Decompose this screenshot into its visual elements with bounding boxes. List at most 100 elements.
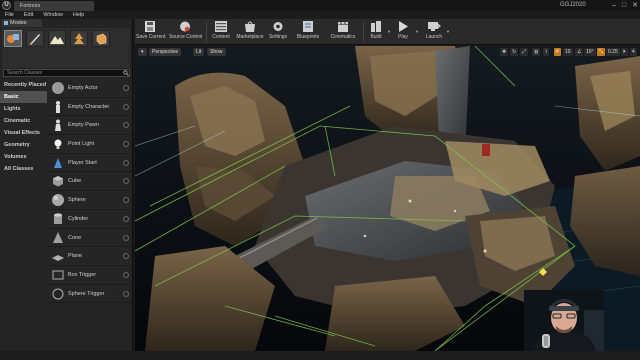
build-dropdown-icon[interactable]: ▼ <box>387 29 391 34</box>
project-name: GGJ2020 <box>560 2 586 8</box>
modes-panel: Modes Search Classes Recently Placed Bas… <box>0 19 133 351</box>
play-button[interactable]: Play <box>393 20 413 44</box>
list-item[interactable]: Sphere <box>48 191 132 210</box>
list-item[interactable]: Empty Pawn <box>48 116 132 136</box>
rotation-snap-icon[interactable]: ∠ <box>575 48 584 56</box>
drag-handle-icon[interactable] <box>123 253 129 260</box>
lit-mode-button[interactable]: Lit <box>193 48 205 56</box>
category-volumes[interactable]: Volumes <box>0 151 47 163</box>
category-lights[interactable]: Lights <box>0 103 47 115</box>
list-item[interactable]: Plane <box>48 247 132 266</box>
settings-button[interactable]: Settings <box>267 20 289 44</box>
toolbar-separator <box>206 22 207 42</box>
build-button[interactable]: Build <box>366 20 386 44</box>
list-item[interactable]: Empty Character <box>48 98 132 117</box>
cinematics-button[interactable]: Cinematics <box>328 20 358 44</box>
marketplace-icon <box>245 21 255 32</box>
placeable-list: Empty Actor Empty Character Empty Pawn P… <box>48 79 132 304</box>
grid-snap-icon[interactable]: # <box>554 48 561 56</box>
rotate-tool-icon[interactable]: ↻ <box>510 48 519 56</box>
drag-handle-icon[interactable] <box>123 85 129 91</box>
drag-handle-icon[interactable] <box>123 159 129 166</box>
rotation-snap-value[interactable]: 10° <box>584 48 596 56</box>
list-item-label: Sphere Trigger <box>68 290 105 297</box>
category-geometry[interactable]: Geometry <box>0 139 47 151</box>
content-button[interactable]: Content <box>210 20 232 44</box>
title-bar: U Fortress GGJ2020 – □ ✕ <box>0 0 640 11</box>
plane-icon <box>52 255 64 262</box>
foliage-mode-icon[interactable] <box>70 30 88 47</box>
scale-tool-icon[interactable]: ⤢ <box>520 48 529 56</box>
drag-handle-icon[interactable] <box>123 271 129 278</box>
category-cinematic[interactable]: Cinematic <box>0 115 47 127</box>
menu-file[interactable]: File <box>0 11 19 19</box>
camera-speed-value[interactable]: 4 <box>630 48 637 56</box>
build-icon <box>371 21 381 32</box>
category-visual-effects[interactable]: Visual Effects <box>0 127 47 139</box>
drag-handle-icon[interactable] <box>123 141 129 148</box>
geometry-mode-icon[interactable] <box>92 30 110 47</box>
viewport-toolbar: ▾ Perspective Lit Show ✥ ↻ ⤢ ◍ ⌇ # 10 ∠ … <box>135 46 640 58</box>
translate-tool-icon[interactable]: ✥ <box>500 48 509 56</box>
drag-handle-icon[interactable] <box>123 103 129 110</box>
list-item[interactable]: Cube <box>48 172 132 192</box>
play-dropdown-icon[interactable]: ▼ <box>415 29 419 34</box>
drag-handle-icon[interactable] <box>123 197 129 204</box>
category-recently-placed[interactable]: Recently Placed <box>0 79 47 91</box>
list-item[interactable]: Sphere Trigger <box>48 285 132 304</box>
blueprints-button[interactable]: Blueprints <box>295 20 321 44</box>
drag-handle-icon[interactable] <box>123 122 129 129</box>
drag-handle-icon[interactable] <box>123 178 129 185</box>
launch-button[interactable]: Launch <box>423 20 445 44</box>
surface-snap-icon[interactable]: ⌇ <box>543 48 550 56</box>
menu-help[interactable]: Help <box>68 11 89 19</box>
list-item[interactable]: Point Light <box>48 135 132 154</box>
level-tab[interactable]: Fortress <box>14 1 94 11</box>
grid-snap-value[interactable]: 10 <box>563 48 573 56</box>
drag-handle-icon[interactable] <box>123 215 129 222</box>
list-item[interactable]: Empty Actor <box>48 79 132 98</box>
toolbar-label: Blueprints <box>296 34 320 40</box>
camera-speed-icon[interactable]: ⏵ <box>621 48 628 56</box>
sphere-icon <box>52 194 64 207</box>
show-flags-button[interactable]: Show <box>207 48 226 56</box>
list-item-label: Cube <box>68 178 82 185</box>
webcam-overlay <box>524 290 604 351</box>
list-item-label: Player Start <box>68 159 97 166</box>
menu-edit[interactable]: Edit <box>19 11 38 19</box>
list-item[interactable]: Cylinder <box>48 210 132 229</box>
list-item[interactable]: Box Trigger <box>48 266 132 285</box>
place-mode-icon[interactable] <box>4 30 22 47</box>
viewport-options-button[interactable]: ▾ <box>138 48 147 56</box>
list-item[interactable]: Cone <box>48 229 132 248</box>
toolbar-label: Cinematics <box>330 34 356 40</box>
search-classes-input[interactable]: Search Classes <box>3 69 130 77</box>
category-basic[interactable]: Basic <box>0 91 47 103</box>
landscape-mode-icon[interactable] <box>48 30 66 47</box>
paint-mode-icon[interactable] <box>26 30 44 47</box>
save-current-button[interactable]: Save Current <box>136 20 165 44</box>
marketplace-button[interactable]: Marketplace <box>235 20 265 44</box>
view-mode-button[interactable]: Perspective <box>149 48 182 56</box>
world-space-icon[interactable]: ◍ <box>532 48 541 56</box>
gear-icon <box>273 22 283 31</box>
list-item[interactable]: Player Start <box>48 154 132 173</box>
toolbar-label: Play <box>398 34 408 40</box>
toolbar-label: Launch <box>425 34 443 40</box>
category-all-classes[interactable]: All Classes <box>0 163 47 175</box>
menu-bar: File Edit Window Help <box>0 11 640 19</box>
modes-tab[interactable]: Modes <box>2 19 42 27</box>
scale-snap-icon[interactable]: ⤡ <box>597 48 606 56</box>
drag-handle-icon[interactable] <box>123 290 129 297</box>
scale-snap-value[interactable]: 0.25 <box>606 48 620 56</box>
pawn-icon <box>55 119 61 132</box>
minimize-button[interactable]: – <box>612 0 616 11</box>
source-control-button[interactable]: Source Control <box>169 20 202 44</box>
list-item-label: Empty Actor <box>68 85 98 91</box>
launch-dropdown-icon[interactable]: ▼ <box>446 29 450 34</box>
close-button[interactable]: ✕ <box>632 0 638 11</box>
maximize-button[interactable]: □ <box>622 0 626 11</box>
list-item-label: Box Trigger <box>68 271 97 278</box>
menu-window[interactable]: Window <box>38 11 68 19</box>
drag-handle-icon[interactable] <box>123 234 129 241</box>
